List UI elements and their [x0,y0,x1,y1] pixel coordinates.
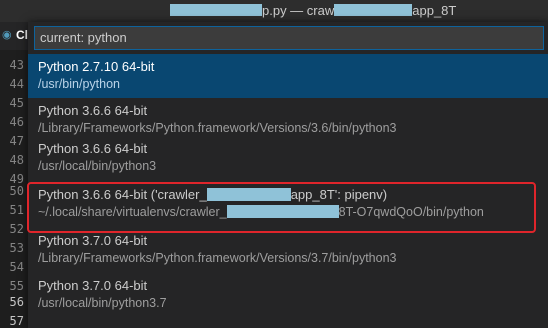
interpreter-option-pipenv[interactable]: Python 3.6.6 64-bit ('crawler_ app_8T': p… [28,182,548,226]
interpreter-option[interactable]: Python 2.7.10 64-bit /usr/bin/python [28,54,548,98]
line-number: 48 [9,153,24,167]
redacted-region [226,205,339,218]
line-number-gutter: 43 44 45 46 47 48 49 50 51 52 53 54 55 5… [0,50,28,328]
interpreter-label: Python 3.6.6 64-bit [38,103,148,118]
line-number: 54 [9,260,24,274]
line-number: 56 [9,295,24,309]
path-end: 8T-O7qwdQoO/bin/python [338,205,484,219]
interpreter-path: /usr/local/bin/python3 [38,159,157,173]
interpreter-label: Python 2.7.10 64-bit [38,59,155,74]
window-titlebar: p.py — craw app_8T [0,0,548,22]
interpreter-label: Python 3.6.6 64-bit [38,141,148,156]
interpreter-label: Python 3.6.6 64-bit ('crawler_ app_8T': p… [38,187,387,202]
interpreter-label: Python 3.7.0 64-bit [38,233,148,248]
line-number: 47 [9,134,24,148]
python-file-icon: ◉ [2,28,12,41]
window-title: p.py — craw app_8T [170,3,456,18]
editor-tab[interactable]: ◉ Cl [0,22,30,50]
interpreter-path: /usr/local/bin/python3.7 [38,296,167,310]
line-number: 51 [9,203,24,217]
redacted-region [170,4,262,16]
line-number: 43 [9,58,24,72]
title-project: app_8T [412,3,457,18]
line-number: 46 [9,115,24,129]
interpreter-path: /Library/Frameworks/Python.framework/Ver… [38,251,397,265]
tab-label: Cl [16,28,28,42]
line-number: 55 [9,279,24,293]
interpreter-option[interactable]: Python 3.7.0 64-bit /usr/local/bin/pytho… [28,273,548,317]
quick-pick-input[interactable]: current: python [34,26,544,50]
interpreter-quick-pick: current: python Python 2.7.10 64-bit /us… [28,22,548,328]
line-number: 44 [9,77,24,91]
interpreter-option[interactable]: Python 3.7.0 64-bit /Library/Frameworks/… [28,228,548,272]
line-number: 45 [9,96,24,110]
redacted-region [334,4,413,16]
interpreter-option[interactable]: Python 3.6.6 64-bit /usr/local/bin/pytho… [28,136,548,180]
line-number: 57 [9,314,24,328]
interpreter-path: /usr/bin/python [38,77,120,91]
redacted-region [206,188,291,201]
line-number: 52 [9,222,24,236]
interpreter-label: Python 3.7.0 64-bit [38,278,148,293]
label-end: app_8T': pipenv) [290,187,388,202]
line-number: 50 [9,184,24,198]
title-filename: p.py — craw [262,3,335,18]
interpreter-path: ~/.local/share/virtualenvs/crawler_ 8T-O7… [38,205,484,219]
interpreter-path: /Library/Frameworks/Python.framework/Ver… [38,121,397,135]
line-number: 53 [9,241,24,255]
path-start: ~/.local/share/virtualenvs/crawler_ [38,205,227,219]
label-start: Python 3.6.6 64-bit ('crawler_ [38,187,207,202]
